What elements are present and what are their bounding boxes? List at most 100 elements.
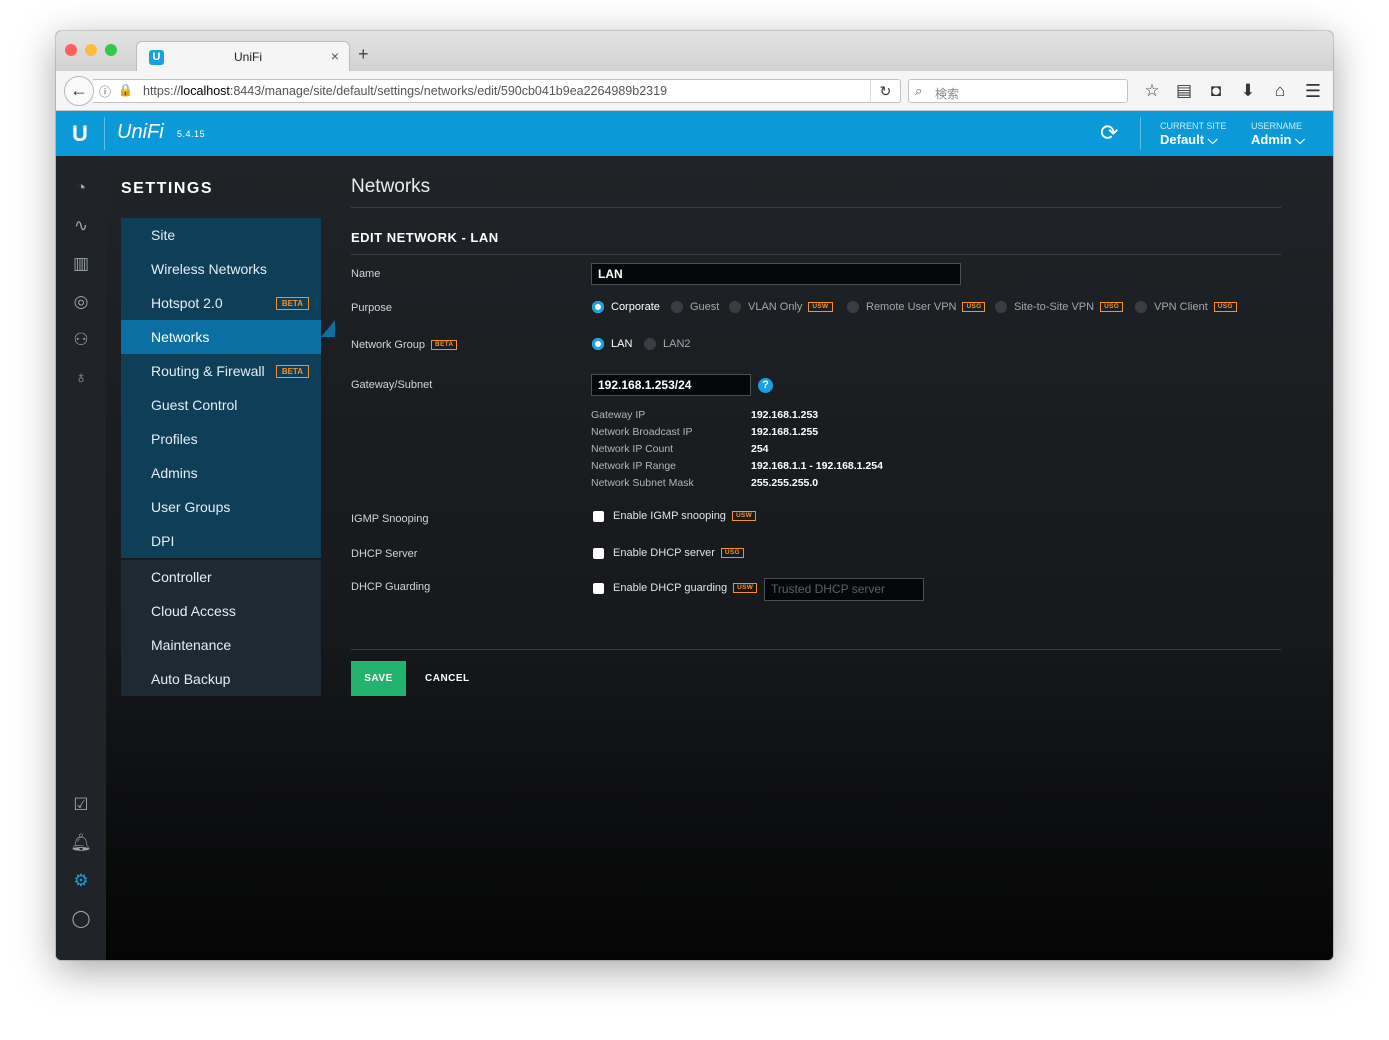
info-icon[interactable]: ⓘ [99, 83, 111, 100]
subnet-mask-value: 255.255.255.0 [751, 477, 819, 489]
usg-badge: USG [1213, 302, 1237, 312]
broadcast-ip-label: Network Broadcast IP [591, 426, 693, 438]
app-header: U UniFi 5.4.15 ⟳ CURRENT SITE Default ⌵ … [56, 111, 1333, 156]
main-panel: SETTINGS Site Wireless Networks Hotspot … [106, 156, 1333, 960]
purpose-label: Purpose [351, 302, 392, 314]
brand-logo: UniFi [117, 121, 164, 143]
tab-bar: U UniFi × + [56, 31, 1333, 71]
radio-checked-icon [592, 338, 604, 350]
dashboard-icon[interactable]: ◔ [69, 176, 93, 200]
map-icon[interactable]: ▥ [69, 252, 93, 276]
checkbox-icon[interactable] [593, 547, 604, 559]
settings-item-controller[interactable]: Controller [121, 560, 321, 594]
user-menu[interactable]: Admin ⌵ [1251, 132, 1305, 148]
usg-badge: USG [1100, 302, 1124, 312]
settings-item-hotspot[interactable]: Hotspot 2.0 BETA [121, 286, 321, 320]
close-window-button[interactable] [65, 44, 77, 56]
events-icon[interactable]: ☑ [69, 793, 93, 817]
divider [351, 254, 1281, 255]
search-placeholder: 検索 [935, 87, 960, 101]
clients-icon[interactable]: ⚇ [69, 328, 93, 352]
browser-tab[interactable]: U UniFi × [136, 41, 350, 71]
dhcp-server-checkbox[interactable]: Enable DHCP server USG [593, 547, 744, 559]
purpose-remote-vpn-radio[interactable]: Remote User VPN USG [847, 301, 986, 313]
reload-icon[interactable]: ↻ [870, 80, 900, 102]
radio-icon [995, 301, 1007, 313]
beta-badge: BETA [430, 340, 458, 350]
gateway-subnet-input[interactable]: 192.168.1.253/24 [591, 374, 751, 396]
group-lan-radio[interactable]: LAN [592, 338, 632, 350]
purpose-corporate-radio[interactable]: Corporate [592, 301, 660, 313]
settings-item-profiles[interactable]: Profiles [121, 422, 321, 456]
settings-item-wireless-networks[interactable]: Wireless Networks [121, 252, 321, 286]
trusted-dhcp-server-input[interactable]: Trusted DHCP server [764, 578, 924, 601]
settings-item-dpi[interactable]: DPI [121, 524, 321, 558]
igmp-checkbox[interactable]: Enable IGMP snooping USW [593, 510, 757, 522]
search-box[interactable]: ⌕ 検索 [908, 79, 1128, 103]
chat-icon[interactable]: ◯ [69, 907, 93, 931]
purpose-site-to-site-radio[interactable]: Site-to-Site VPN USG [995, 301, 1124, 313]
usg-badge: USG [962, 302, 986, 312]
settings-item-admins[interactable]: Admins [121, 456, 321, 490]
settings-item-cloud-access[interactable]: Cloud Access [121, 594, 321, 628]
new-tab-icon[interactable]: + [358, 44, 369, 65]
site-selector[interactable]: Default ⌵ [1160, 132, 1218, 148]
settings-title: SETTINGS [121, 180, 214, 197]
address-bar[interactable]: ⓘ 🔒 https://localhost:8443/manage/site/d… [93, 79, 901, 103]
dhcp-server-label: DHCP Server [351, 548, 418, 560]
gateway-subnet-label: Gateway/Subnet [351, 379, 433, 391]
settings-item-auto-backup[interactable]: Auto Backup [121, 662, 321, 696]
radio-checked-icon [592, 301, 604, 313]
close-tab-icon[interactable]: × [331, 48, 339, 64]
settings-item-user-groups[interactable]: User Groups [121, 490, 321, 524]
checkbox-icon[interactable] [593, 582, 604, 594]
window-controls [65, 44, 117, 56]
insights-icon[interactable]: ♁ [69, 366, 93, 390]
toolbar-icons: ☆ ▤ ◘ ⬇ ⌂ [1136, 81, 1296, 101]
ubiquiti-logo-icon[interactable]: U [72, 121, 88, 147]
maximize-window-button[interactable] [105, 44, 117, 56]
reading-list-icon[interactable]: ▤ [1168, 81, 1200, 101]
dhcp-guarding-checkbox[interactable]: Enable DHCP guarding USW [593, 582, 758, 594]
pocket-icon[interactable]: ◘ [1200, 81, 1232, 101]
lock-warning-icon[interactable]: 🔒 [118, 83, 133, 97]
browser-toolbar: ⓘ 🔒 https://localhost:8443/manage/site/d… [56, 71, 1333, 111]
statistics-icon[interactable]: ∿ [69, 214, 93, 238]
url-text[interactable]: https://localhost:8443/manage/site/defau… [143, 84, 667, 98]
download-icon[interactable]: ⬇ [1232, 81, 1264, 101]
current-site-label: CURRENT SITE [1160, 121, 1227, 131]
purpose-vlan-only-radio[interactable]: VLAN Only USW [729, 301, 833, 313]
home-icon[interactable]: ⌂ [1264, 81, 1296, 101]
igmp-label: IGMP Snooping [351, 513, 429, 525]
settings-item-routing-firewall[interactable]: Routing & Firewall BETA [121, 354, 321, 388]
settings-gear-icon[interactable]: ⚙ [69, 869, 93, 893]
purpose-vpn-client-radio[interactable]: VPN Client USG [1135, 301, 1237, 313]
settings-item-maintenance[interactable]: Maintenance [121, 628, 321, 662]
group-lan2-radio[interactable]: LAN2 [644, 338, 691, 350]
purpose-guest-radio[interactable]: Guest [671, 301, 719, 313]
minimize-window-button[interactable] [85, 44, 97, 56]
settings-item-site[interactable]: Site [121, 218, 321, 252]
back-button[interactable]: ← [64, 76, 94, 106]
hamburger-menu-icon[interactable]: ☰ [1305, 81, 1321, 102]
gateway-ip-label: Gateway IP [591, 409, 646, 421]
name-label: Name [351, 268, 381, 280]
save-button[interactable]: SAVE [351, 661, 406, 696]
devices-icon[interactable]: ◎ [69, 290, 93, 314]
help-icon[interactable]: ? [758, 378, 773, 393]
ip-count-label: Network IP Count [591, 443, 674, 455]
checkbox-icon[interactable] [593, 510, 604, 522]
refresh-icon[interactable]: ⟳ [1100, 120, 1118, 146]
radio-icon [1135, 301, 1147, 313]
settings-item-guest-control[interactable]: Guest Control [121, 388, 321, 422]
broadcast-ip-value: 192.168.1.255 [751, 426, 819, 438]
settings-item-networks[interactable]: Networks [121, 320, 321, 354]
cancel-button[interactable]: CANCEL [425, 661, 470, 696]
usw-badge: USW [731, 511, 757, 521]
bookmark-star-icon[interactable]: ☆ [1136, 81, 1168, 101]
search-icon: ⌕ [915, 83, 923, 98]
subnet-mask-label: Network Subnet Mask [591, 477, 694, 489]
alerts-bell-icon[interactable]: 🔔︎ [69, 831, 93, 855]
name-input[interactable]: LAN [591, 263, 961, 285]
page-title: Networks [351, 176, 431, 197]
